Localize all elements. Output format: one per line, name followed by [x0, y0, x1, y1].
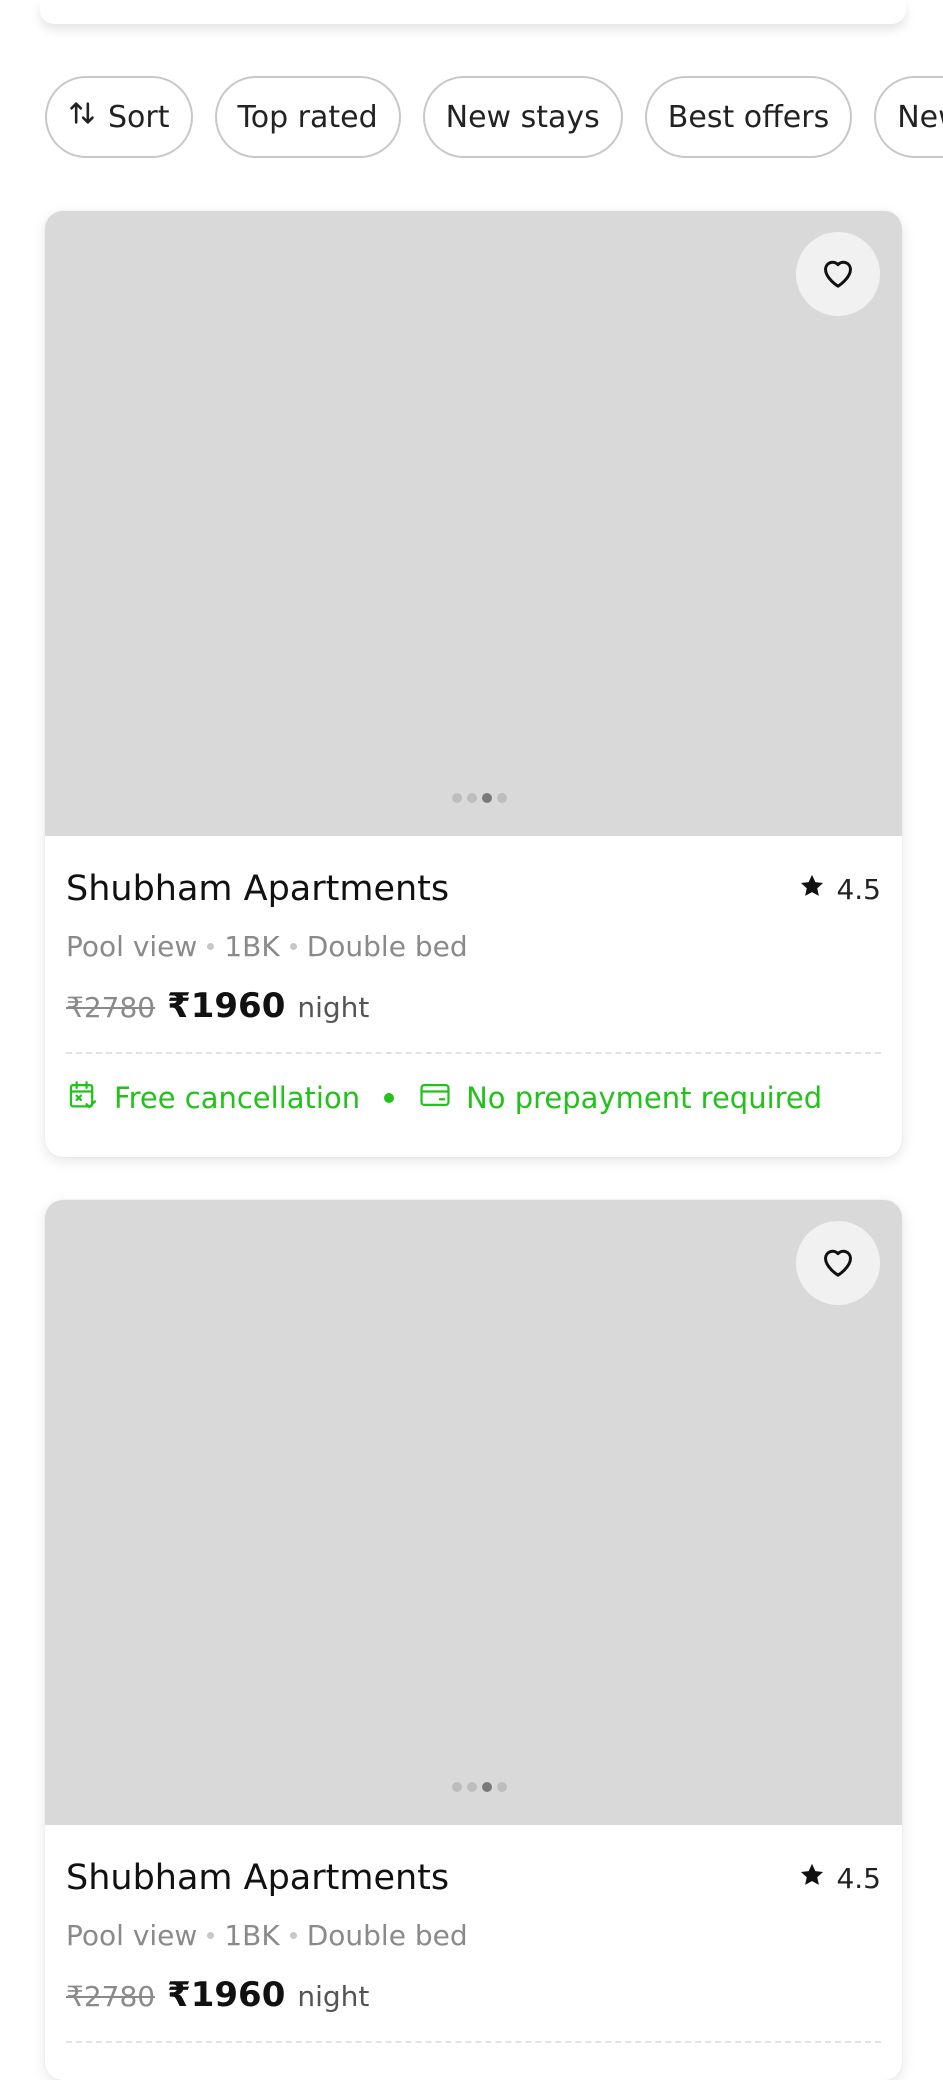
pagination-dot[interactable]: [452, 793, 462, 803]
booking-perks: Free cancellation No prepayment required: [66, 1076, 881, 1120]
calendar-cancel-icon: [66, 1078, 100, 1119]
pagination-dot[interactable]: [467, 793, 477, 803]
separator-dot: [289, 942, 297, 950]
listing-features: Pool view 1BK Double bed: [66, 926, 881, 966]
credit-card-icon: [418, 1078, 452, 1119]
rating-value: 4.5: [836, 1861, 881, 1895]
top-rated-chip[interactable]: Top rated: [214, 76, 401, 158]
pagination-dot[interactable]: [452, 1782, 462, 1792]
listing-card[interactable]: Shubham Apartments 4.5 Pool view 1BK Dou…: [45, 1200, 902, 2080]
sort-chip-label: Sort: [108, 99, 170, 135]
listing-card[interactable]: Shubham Apartments 4.5 Pool view 1BK Dou…: [45, 211, 902, 1157]
listing-photo[interactable]: [45, 211, 902, 836]
price-unit: night: [297, 991, 370, 1024]
original-price: ₹2780: [66, 991, 156, 1024]
star-icon: [798, 872, 826, 907]
feature-room-type: 1BK: [224, 929, 280, 963]
price-row: ₹2780 ₹1960 night: [66, 1975, 881, 2019]
new-chip[interactable]: New: [874, 76, 943, 158]
sort-chip[interactable]: Sort: [45, 76, 193, 158]
sort-arrows-icon: [68, 99, 96, 135]
pagination-dot[interactable]: [467, 1782, 477, 1792]
no-prepayment-label: No prepayment required: [466, 1081, 823, 1115]
photo-pagination-dots: [452, 793, 507, 803]
favorite-button[interactable]: [796, 1221, 880, 1305]
best-offers-chip-label: Best offers: [667, 99, 830, 135]
heart-icon: [818, 1241, 858, 1285]
separator-dot: [384, 1093, 395, 1103]
feature-view: Pool view: [66, 1918, 198, 1952]
new-chip-label: New: [897, 99, 943, 135]
star-icon: [798, 1861, 826, 1896]
photo-pagination-dots: [452, 1782, 507, 1792]
new-stays-chip-label: New stays: [445, 99, 600, 135]
pagination-dot-active[interactable]: [482, 1782, 492, 1792]
feature-view: Pool view: [66, 929, 198, 963]
favorite-button[interactable]: [796, 232, 880, 316]
feature-room-type: 1BK: [224, 1918, 280, 1952]
rating-value: 4.5: [836, 872, 881, 906]
search-header-edge: [40, 0, 906, 24]
separator-dot: [207, 1931, 215, 1939]
price-row: ₹2780 ₹1960 night: [66, 986, 881, 1030]
top-rated-chip-label: Top rated: [237, 99, 378, 135]
pagination-dot[interactable]: [497, 1782, 507, 1792]
listing-photo[interactable]: [45, 1200, 902, 1825]
dashed-divider: [66, 2041, 881, 2043]
original-price: ₹2780: [66, 1980, 156, 2013]
listing-title: Shubham Apartments: [66, 1858, 450, 1898]
heart-icon: [818, 252, 858, 296]
rating: 4.5: [798, 1861, 881, 1896]
dashed-divider: [66, 1052, 881, 1054]
pagination-dot-active[interactable]: [482, 793, 492, 803]
filter-chips-bar: Sort Top rated New stays Best offers New: [45, 76, 943, 158]
best-offers-chip[interactable]: Best offers: [644, 76, 853, 158]
discounted-price: ₹1960: [167, 986, 286, 1026]
rating: 4.5: [798, 872, 881, 907]
free-cancellation-label: Free cancellation: [114, 1081, 361, 1115]
listing-title: Shubham Apartments: [66, 869, 450, 909]
feature-bed: Double bed: [306, 1918, 468, 1952]
listing-features: Pool view 1BK Double bed: [66, 1915, 881, 1955]
price-unit: night: [297, 1980, 370, 2013]
separator-dot: [207, 942, 215, 950]
feature-bed: Double bed: [306, 929, 468, 963]
discounted-price: ₹1960: [167, 1975, 286, 2015]
pagination-dot[interactable]: [497, 793, 507, 803]
separator-dot: [289, 1931, 297, 1939]
new-stays-chip[interactable]: New stays: [422, 76, 623, 158]
